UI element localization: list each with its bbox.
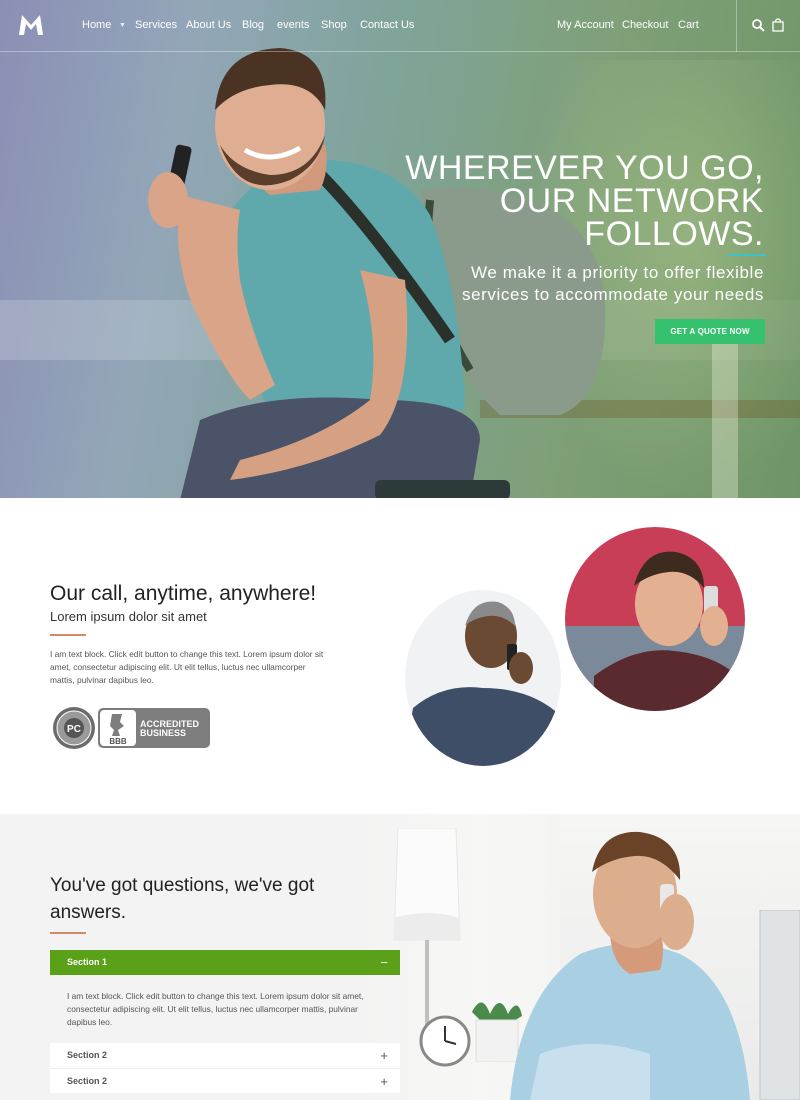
svg-text:PC: PC xyxy=(67,724,81,735)
shopping-bag-icon[interactable] xyxy=(771,18,785,32)
nav-divider xyxy=(736,0,737,52)
nav-cart[interactable]: Cart xyxy=(678,19,699,31)
hero-title-line-3: FOLLOWS. xyxy=(584,215,764,253)
accordion-section-3-label: Section 2 xyxy=(67,1076,108,1086)
nav-my-account[interactable]: My Account xyxy=(557,19,614,31)
search-icon[interactable] xyxy=(751,18,765,32)
bbb-accredited-text: ACCREDITED BUSINESS xyxy=(140,720,199,738)
hero-subtitle: We make it a priority to offer flexible … xyxy=(344,262,764,306)
nav-shop[interactable]: Shop xyxy=(321,19,347,31)
call-section-title: Our call, anytime, anywhere! xyxy=(50,582,317,605)
call-section-subtitle: Lorem ipsum dolor sit amet xyxy=(50,609,207,624)
main-navigation: Home ▼ Services About Us Blog events Sho… xyxy=(0,0,800,52)
accordion-section-2[interactable]: Section 2 + xyxy=(50,1043,400,1068)
hero-background-post xyxy=(712,330,738,498)
caret-down-icon[interactable]: ▼ xyxy=(119,22,126,29)
accordion-section-2-label: Section 2 xyxy=(67,1050,108,1060)
hero-accent-line xyxy=(728,254,766,256)
accordion-section-1[interactable]: Section 1 − xyxy=(50,950,400,975)
bbb-business-line: BUSINESS xyxy=(140,728,187,738)
call-section: Our call, anytime, anywhere! Lorem ipsum… xyxy=(0,498,800,814)
expand-icon[interactable]: + xyxy=(380,1069,388,1094)
collapse-icon[interactable]: − xyxy=(380,950,388,975)
business-choice-badge-icon: PC xyxy=(53,707,95,749)
hero-subtitle-line-2: services to accommodate your needs xyxy=(462,285,764,304)
call-section-divider xyxy=(50,634,86,636)
hero-subtitle-line-1: We make it a priority to offer flexible xyxy=(471,263,764,282)
nav-contact-us[interactable]: Contact Us xyxy=(360,19,414,31)
faq-title: You've got questions, we've got answers. xyxy=(50,875,315,923)
faq-section: You've got questions, we've got answers.… xyxy=(0,814,800,1100)
accordion-section-1-body: I am text block. Click edit button to ch… xyxy=(67,991,364,1027)
nav-events[interactable]: events xyxy=(277,19,309,31)
hero-title: WHEREVER YOU GO, OUR NETWORK FOLLOWS. xyxy=(344,151,764,253)
accordion-section-3[interactable]: Section 2 + xyxy=(50,1068,400,1093)
call-section-text: I am text block. Click edit button to ch… xyxy=(50,649,324,685)
logo-m-icon[interactable] xyxy=(18,14,44,36)
monitor-image xyxy=(759,910,800,1100)
hero-banner: Home ▼ Services About Us Blog events Sho… xyxy=(0,0,800,498)
accordion-section-1-label: Section 1 xyxy=(67,957,108,967)
man-on-phone-image xyxy=(510,831,750,1100)
faq-divider xyxy=(50,932,86,934)
smiling-man-phone-circle-image xyxy=(405,590,561,766)
nav-checkout[interactable]: Checkout xyxy=(622,19,668,31)
young-man-phone-circle-image xyxy=(565,527,745,711)
nav-about-us[interactable]: About Us xyxy=(186,19,231,31)
expand-icon[interactable]: + xyxy=(380,1043,388,1068)
nav-blog[interactable]: Blog xyxy=(242,19,264,31)
get-a-quote-button[interactable]: GET A QUOTE NOW xyxy=(655,319,765,344)
nav-home[interactable]: Home xyxy=(82,19,111,31)
nav-services[interactable]: Services xyxy=(135,19,177,31)
clock-image xyxy=(419,1015,471,1067)
lamp-image xyxy=(393,828,461,1038)
bbb-label: BBB xyxy=(109,737,127,746)
